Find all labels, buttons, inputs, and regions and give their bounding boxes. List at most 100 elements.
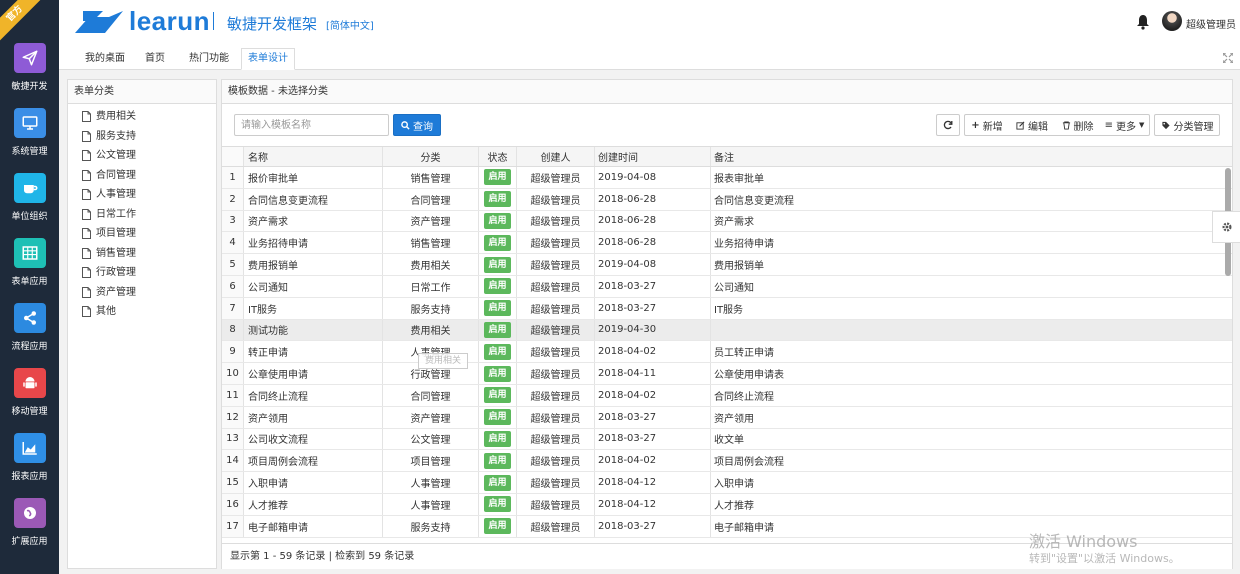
drag-ghost-label: 费用相关 <box>418 353 468 369</box>
row-name: 费用报销单 <box>244 254 383 275</box>
row-created-time: 2019-04-30 <box>595 319 711 341</box>
query-button[interactable]: 查询 <box>393 114 441 136</box>
top-header: learun 敏捷开发框架 [简体中文] 超级管理员 <box>59 0 1240 44</box>
sidebar-item-form-app[interactable]: 表单应用 <box>0 238 59 287</box>
category-item[interactable]: 人事管理 <box>68 185 216 205</box>
table-row[interactable]: 2 合同信息变更流程 合同管理 启用 超级管理员 2018-06-28 合同信息变更流程 <box>222 188 1232 211</box>
table-row[interactable]: 1 报价审批单 销售管理 启用 超级管理员 2019-04-08 报表审批单 <box>222 167 1232 189</box>
row-index: 13 <box>222 428 244 450</box>
row-index: 2 <box>222 188 244 210</box>
status-badge: 启用 <box>484 212 511 229</box>
tab-form-design[interactable]: 表单设计 <box>241 48 295 70</box>
header-creator[interactable]: 创建人 <box>517 147 595 166</box>
sidebar-item-org[interactable]: 单位组织 <box>0 173 59 222</box>
table-row[interactable]: 8 测试功能 费用相关 启用 超级管理员 2019-04-30 <box>222 319 1232 342</box>
header-status[interactable]: 状态 <box>479 147 517 166</box>
template-panel-title: 模板数据 - 未选择分类 <box>222 80 1232 104</box>
more-button[interactable]: ≡ 更多 ▼ <box>1100 114 1150 136</box>
category-item[interactable]: 行政管理 <box>68 263 216 283</box>
sidebar-item-system[interactable]: 系统管理 <box>0 108 59 157</box>
header-name[interactable]: 名称 <box>244 147 383 166</box>
avatar[interactable] <box>1162 11 1182 31</box>
tab-home[interactable]: 首页 <box>139 49 171 69</box>
sidebar-item-label: 表单应用 <box>11 277 48 287</box>
row-index: 16 <box>222 493 244 515</box>
search-input[interactable] <box>234 114 389 136</box>
tab-my-desktop[interactable]: 我的桌面 <box>79 49 131 69</box>
table-row[interactable]: 13 公司收文流程 公文管理 启用 超级管理员 2018-03-27 收文单 <box>222 428 1232 451</box>
list-icon: ≡ <box>1104 119 1113 131</box>
sidebar-item-flow-app[interactable]: 流程应用 <box>0 303 59 352</box>
status-badge: 启用 <box>484 278 511 295</box>
table-row[interactable]: 14 项目周例会流程 项目管理 启用 超级管理员 2018-04-02 项目周例会流程 <box>222 450 1232 473</box>
sidebar-item-extension[interactable]: 扩展应用 <box>0 498 59 547</box>
refresh-icon <box>943 120 953 130</box>
row-name: 电子邮箱申请 <box>244 515 383 537</box>
category-tree: 费用相关 服务支持 公文管理合同管理人事管理日常工作项目管理 销售管理 行政管理 资产管理… <box>68 104 216 322</box>
row-creator: 超级管理员 <box>517 210 595 232</box>
category-item[interactable]: 日常工作 <box>68 205 216 225</box>
sidebar-item-label: 敏捷开发 <box>11 82 48 92</box>
row-note: 费用报销单 <box>714 261 764 273</box>
table-row[interactable]: 10 公章使用申请 行政管理 启用 超级管理员 2018-04-11 公章使用申请表 <box>222 363 1232 385</box>
table-row[interactable]: 16 人才推荐 人事管理 启用 超级管理员 2018-04-12 人才推荐 <box>222 493 1232 516</box>
delete-button[interactable]: 删除 <box>1055 114 1101 136</box>
row-index: 6 <box>222 275 244 297</box>
category-item-label: 日常工作 <box>96 208 136 220</box>
header-category[interactable]: 分类 <box>383 147 479 166</box>
table-row[interactable]: 3 资产需求 资产管理 启用 超级管理员 2018-06-28 资产需求 <box>222 210 1232 233</box>
row-note: 合同信息变更流程 <box>714 195 794 207</box>
row-creator: 超级管理员 <box>517 515 595 537</box>
table-row[interactable]: 9转正申请人事管理启用超级管理员2018-04-02员工转正申请 <box>222 341 1232 364</box>
header-created-time[interactable]: 创建时间 <box>595 147 711 166</box>
row-creator: 超级管理员 <box>517 406 595 428</box>
row-category: 日常工作 <box>383 275 479 297</box>
status-badge: 启用 <box>484 387 511 404</box>
category-manage-button[interactable]: 分类管理 <box>1154 114 1220 136</box>
category-item[interactable]: 资产管理 <box>68 283 216 303</box>
row-status: 启用 <box>479 232 517 254</box>
row-name: 合同终止流程 <box>244 384 383 406</box>
row-created-time: 2019-04-08 <box>595 254 711 275</box>
table-row[interactable]: 6 公司通知 日常工作 启用 超级管理员 2018-03-27 公司通知 <box>222 275 1232 298</box>
row-created-time: 2018-06-28 <box>595 188 711 210</box>
fullscreen-icon[interactable] <box>1222 52 1234 66</box>
refresh-button[interactable] <box>936 114 960 136</box>
bell-icon[interactable] <box>1136 14 1150 33</box>
header-note[interactable]: 备注 <box>711 147 1224 166</box>
file-icon <box>82 189 91 201</box>
settings-gear-button[interactable] <box>1212 211 1240 243</box>
category-item[interactable]: 服务支持 <box>68 127 216 147</box>
file-icon <box>82 247 91 259</box>
table-row[interactable]: 12 资产领用 资产管理 启用 超级管理员 2018-03-27 资产领用 <box>222 406 1232 429</box>
language-selector[interactable]: [简体中文] <box>326 17 374 32</box>
row-index: 5 <box>222 254 244 275</box>
file-icon <box>82 150 91 162</box>
android-icon <box>13 368 46 398</box>
table-row[interactable]: 7 IT服务 服务支持 启用 超级管理员 2018-03-27 IT服务 <box>222 297 1232 320</box>
file-icon <box>82 111 91 123</box>
edit-button[interactable]: 编辑 <box>1009 114 1056 136</box>
category-item[interactable]: 合同管理 <box>68 166 216 186</box>
sidebar-item-report[interactable]: 报表应用 <box>0 433 59 482</box>
tab-hot-features[interactable]: 热门功能 <box>183 49 235 69</box>
header-index <box>222 147 244 166</box>
category-item[interactable]: 项目管理 <box>68 224 216 244</box>
category-item[interactable]: 费用相关 <box>68 107 216 127</box>
file-icon <box>82 228 91 240</box>
row-creator: 超级管理员 <box>517 384 595 406</box>
table-row[interactable]: 4 业务招待申请 销售管理 启用 超级管理员 2018-06-28 业务招待申请 <box>222 232 1232 255</box>
category-item[interactable]: 销售管理 <box>68 244 216 264</box>
category-item[interactable]: 其他 <box>68 302 216 322</box>
status-badge: 启用 <box>484 496 511 513</box>
category-item-label: 合同管理 <box>96 169 136 181</box>
table-row[interactable]: 15 入职申请 人事管理 启用 超级管理员 2018-04-12 入职申请 <box>222 472 1232 494</box>
add-button[interactable]: + 新增 <box>964 114 1010 136</box>
table-row[interactable]: 11 合同终止流程 合同管理 启用 超级管理员 2018-04-02 合同终止流程 <box>222 384 1232 407</box>
sidebar-item-agile-dev[interactable]: 敏捷开发 <box>0 43 59 92</box>
user-name[interactable]: 超级管理员 <box>1186 16 1236 31</box>
sidebar-item-mobile[interactable]: 移动管理 <box>0 368 59 417</box>
table-row[interactable]: 5 费用报销单 费用相关 启用 超级管理员 2019-04-08 费用报销单 <box>222 254 1232 276</box>
row-name: 业务招待申请 <box>244 232 383 254</box>
category-item[interactable]: 公文管理 <box>68 146 216 166</box>
